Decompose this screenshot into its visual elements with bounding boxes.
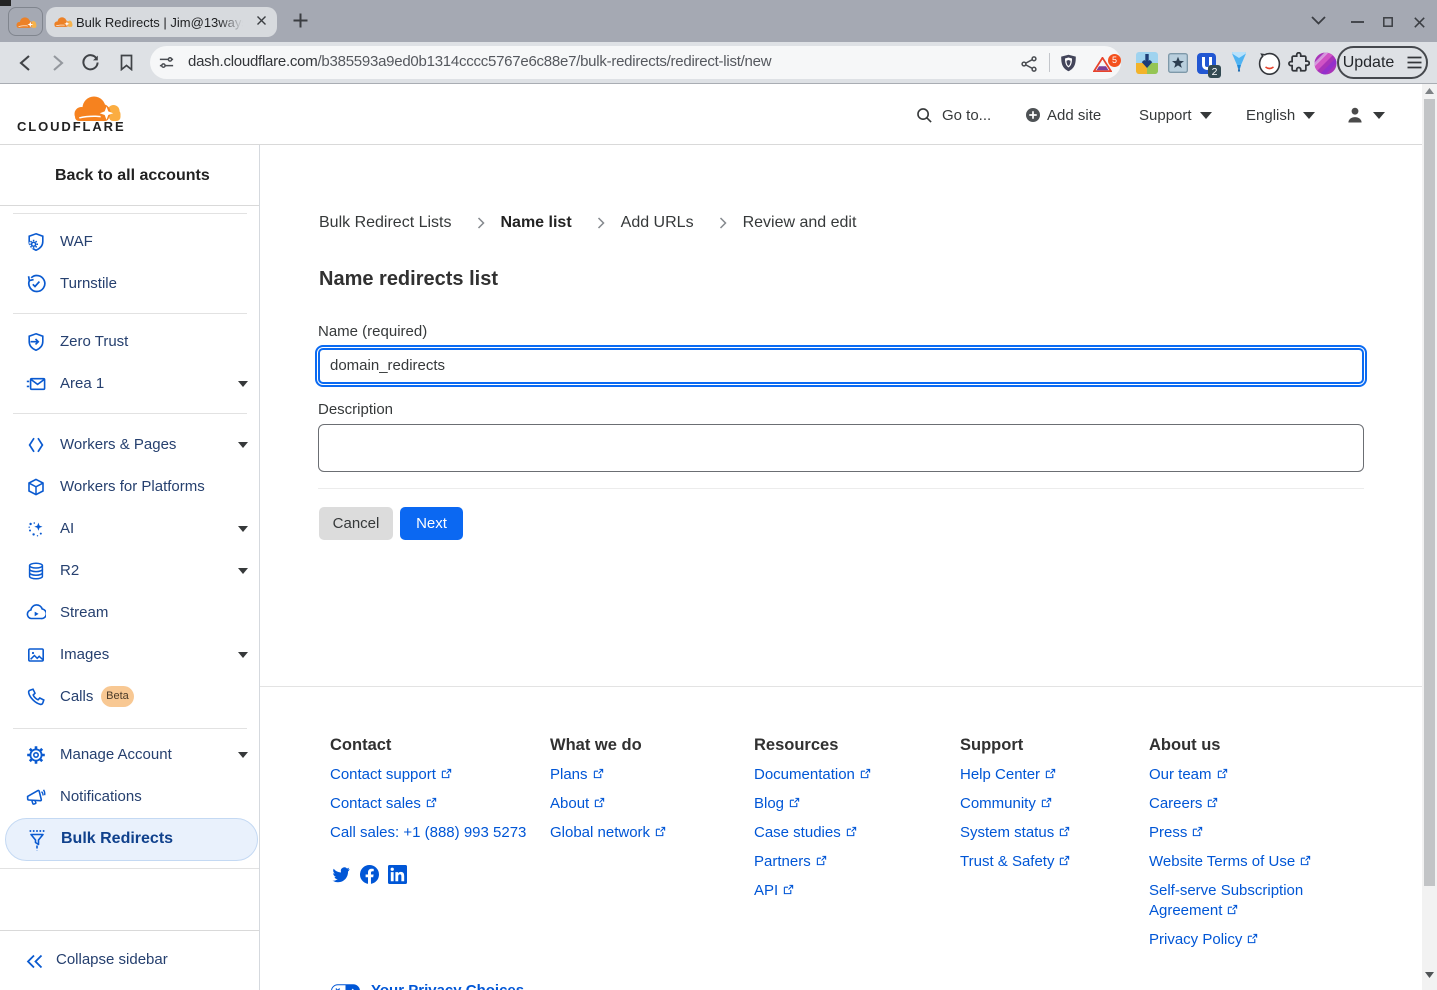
svg-text:2: 2: [1212, 66, 1218, 78]
